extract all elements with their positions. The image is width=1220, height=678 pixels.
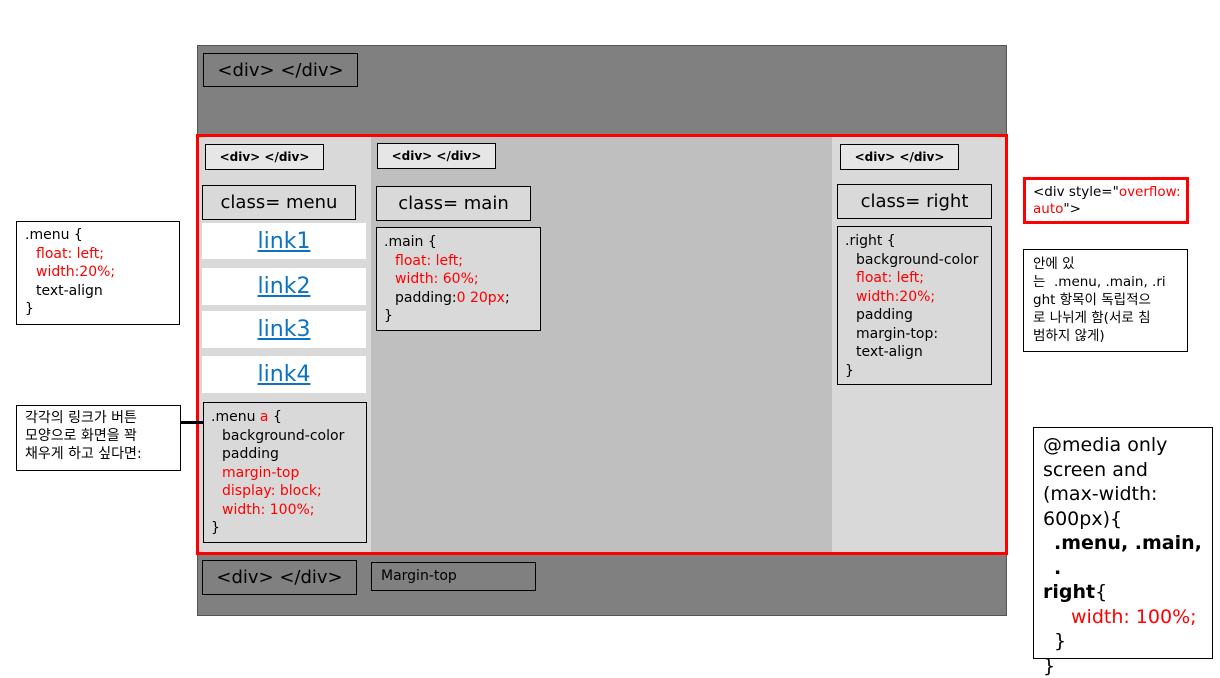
connector-line bbox=[181, 421, 203, 424]
link-button-1[interactable]: link1 bbox=[202, 223, 366, 259]
right-div-tag: <div> </div> bbox=[840, 144, 959, 170]
link-button-4[interactable]: link4 bbox=[202, 356, 366, 393]
link-button-2[interactable]: link2 bbox=[202, 268, 366, 305]
margin-top-label: Margin-top bbox=[371, 562, 536, 591]
overflow-note: <div style="overflow: auto"> bbox=[1023, 177, 1189, 224]
menu-a-css-code: .menu a { background-color padding margi… bbox=[203, 402, 367, 543]
media-query-note: @media only screen and (max-width: 600px… bbox=[1033, 427, 1213, 677]
footer-div-tag: <div> </div> bbox=[202, 560, 357, 595]
main-div-tag: <div> </div> bbox=[377, 143, 496, 169]
header-div-tag: <div> </div> bbox=[203, 53, 358, 87]
link-button-note: 각각의 링크가 버튼 모양으로 화면을 꽉 채우게 하고 싶다면: bbox=[16, 405, 181, 471]
right-class-label: class= right bbox=[837, 184, 992, 219]
link-text[interactable]: link3 bbox=[258, 317, 311, 342]
link-text[interactable]: link2 bbox=[258, 274, 311, 299]
link-button-3[interactable]: link3 bbox=[202, 311, 366, 348]
main-class-label: class= main bbox=[376, 186, 531, 221]
menu-div-tag: <div> </div> bbox=[205, 144, 324, 170]
menu-css-note: .menu { float: left; width:20%; text-ali… bbox=[16, 221, 180, 325]
main-css-code: .main { float: left; width: 60%; padding… bbox=[376, 227, 541, 331]
link-text[interactable]: link4 bbox=[258, 362, 311, 387]
independent-note: 안에 있 는 .menu, .main, .ri ght 항목이 독립적으 로 … bbox=[1023, 249, 1188, 352]
right-css-code: .right { background-color float: left; w… bbox=[837, 226, 992, 385]
menu-class-label: class= menu bbox=[202, 185, 356, 220]
link-text[interactable]: link1 bbox=[258, 229, 311, 254]
